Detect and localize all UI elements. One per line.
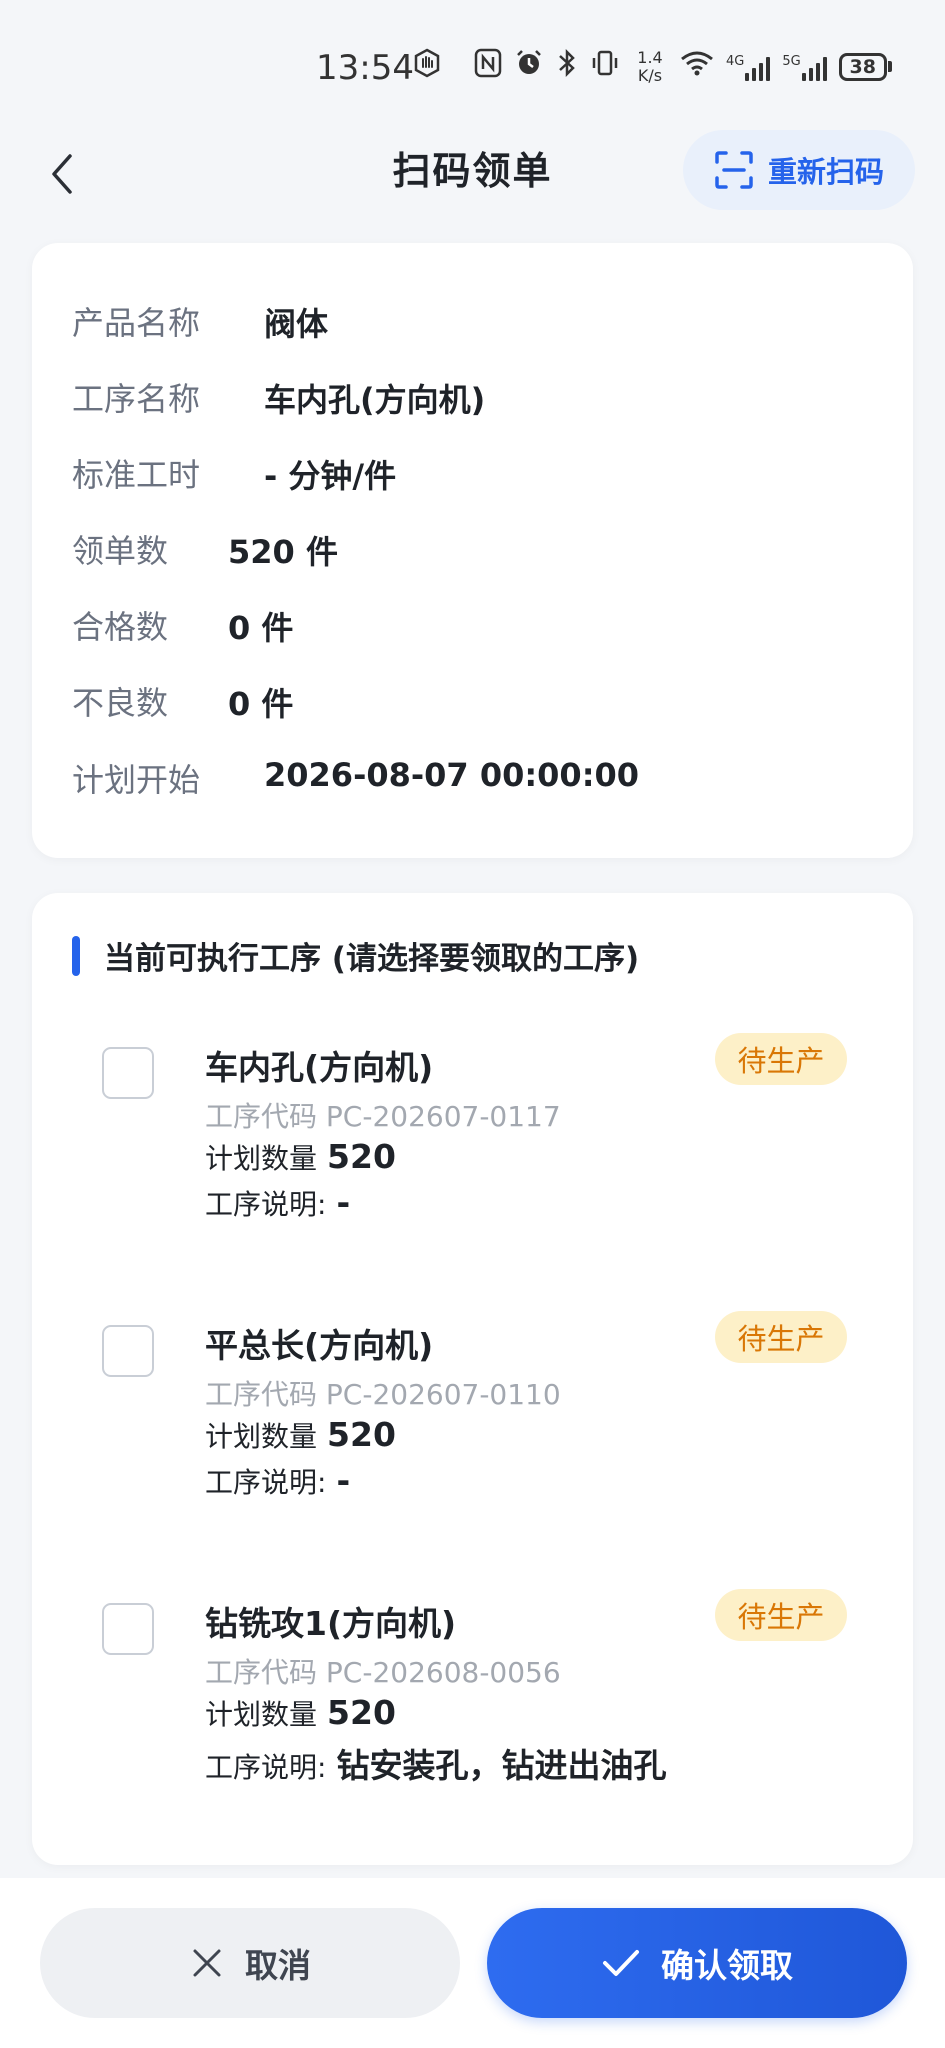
standard-time-value: - 分钟/件 [264, 457, 397, 495]
process-name-value: 车内孔(方向机) [264, 381, 486, 419]
status-badge: 待生产 [715, 1033, 847, 1085]
header: 扫码领单 重新扫码 [0, 130, 945, 230]
process-item-qty: 计划数量 520 [205, 1693, 396, 1732]
process-item-name: 钻铣攻1(方向机) [205, 1604, 457, 1643]
order-qty-value: 520 件 [228, 533, 338, 571]
process-item-desc: 工序说明: - [205, 1461, 351, 1500]
status-time: 13:54 [316, 48, 414, 88]
bluetooth-icon [556, 48, 578, 85]
rescan-label: 重新扫码 [767, 155, 884, 189]
check-icon [603, 1950, 639, 1976]
wifi-icon [680, 49, 714, 84]
bottom-action-bar: 取消 确认领取 [0, 1878, 945, 2048]
confirm-claim-button[interactable]: 确认领取 [487, 1908, 907, 2018]
process-checkbox[interactable] [102, 1325, 154, 1377]
section-header: 当前可执行工序 (请选择要领取的工序) [72, 933, 639, 978]
alarm-icon [514, 48, 544, 85]
nfc-icon [474, 48, 502, 85]
signal-5g-icon: 5G [782, 53, 827, 81]
process-item[interactable]: 钻铣攻1(方向机) 工序代码 PC-202608-0056 计划数量 520 工… [32, 1589, 913, 1843]
section-title: 当前可执行工序 (请选择要领取的工序) [104, 941, 640, 977]
cancel-button[interactable]: 取消 [40, 1908, 460, 2018]
info-row-process-name: 工序名称 [72, 380, 201, 418]
section-accent-bar [72, 935, 80, 976]
process-item-code: 工序代码 PC-202607-0110 [205, 1378, 561, 1411]
vibrate-icon [590, 48, 620, 85]
battery-icon: 38 [838, 52, 892, 81]
process-item-code: 工序代码 PC-202608-0056 [205, 1656, 561, 1689]
process-item-qty: 计划数量 520 [205, 1137, 396, 1176]
info-row-qualified: 合格数 [72, 608, 169, 646]
status-bar: 13:54 1.4 K/s 4G 5G 38 [0, 0, 945, 130]
product-name-value: 阀体 [264, 305, 329, 343]
process-item-qty: 计划数量 520 [205, 1415, 396, 1454]
cancel-label: 取消 [245, 1946, 311, 1985]
status-badge: 待生产 [715, 1311, 847, 1363]
close-icon [193, 1949, 221, 1977]
plan-start-value: 2026-08-07 00:00:00 [264, 756, 640, 794]
info-row-plan-start: 计划开始 [72, 761, 201, 799]
defective-value: 0 件 [228, 685, 294, 723]
process-item[interactable]: 车内孔(方向机) 工序代码 PC-202607-0117 计划数量 520 工序… [32, 1033, 913, 1287]
network-speed: 1.4 K/s [637, 47, 663, 85]
process-item-desc: 工序说明: - [205, 1183, 351, 1222]
process-checkbox[interactable] [102, 1047, 154, 1099]
order-info-card: 产品名称 阀体 工序名称 车内孔(方向机) 标准工时 - 分钟/件 领单数 52… [32, 243, 913, 858]
info-row-order-qty: 领单数 [72, 532, 169, 570]
process-item-desc: 工序说明: 钻安装孔，钻进出油孔 [205, 1746, 667, 1785]
qualified-value: 0 件 [228, 609, 294, 647]
rescan-button[interactable]: 重新扫码 [683, 130, 915, 210]
hand-gesture-icon [412, 48, 442, 85]
process-list-card: 当前可执行工序 (请选择要领取的工序) 车内孔(方向机) 工序代码 PC-202… [32, 893, 913, 1865]
info-row-product-name: 产品名称 [72, 304, 201, 342]
status-icons: 1.4 K/s 4G 5G 38 [412, 48, 892, 85]
confirm-label: 确认领取 [661, 1946, 793, 1985]
scan-icon [715, 151, 753, 189]
info-row-standard-time: 标准工时 [72, 456, 201, 494]
process-checkbox[interactable] [102, 1603, 154, 1655]
status-badge: 待生产 [715, 1589, 847, 1641]
process-item-name: 平总长(方向机) [205, 1326, 434, 1365]
process-item-code: 工序代码 PC-202607-0117 [205, 1100, 561, 1133]
process-item[interactable]: 平总长(方向机) 工序代码 PC-202607-0110 计划数量 520 工序… [32, 1311, 913, 1565]
info-row-defective: 不良数 [72, 684, 169, 722]
process-item-name: 车内孔(方向机) [205, 1048, 434, 1087]
signal-4g-icon: 4G [726, 53, 771, 81]
